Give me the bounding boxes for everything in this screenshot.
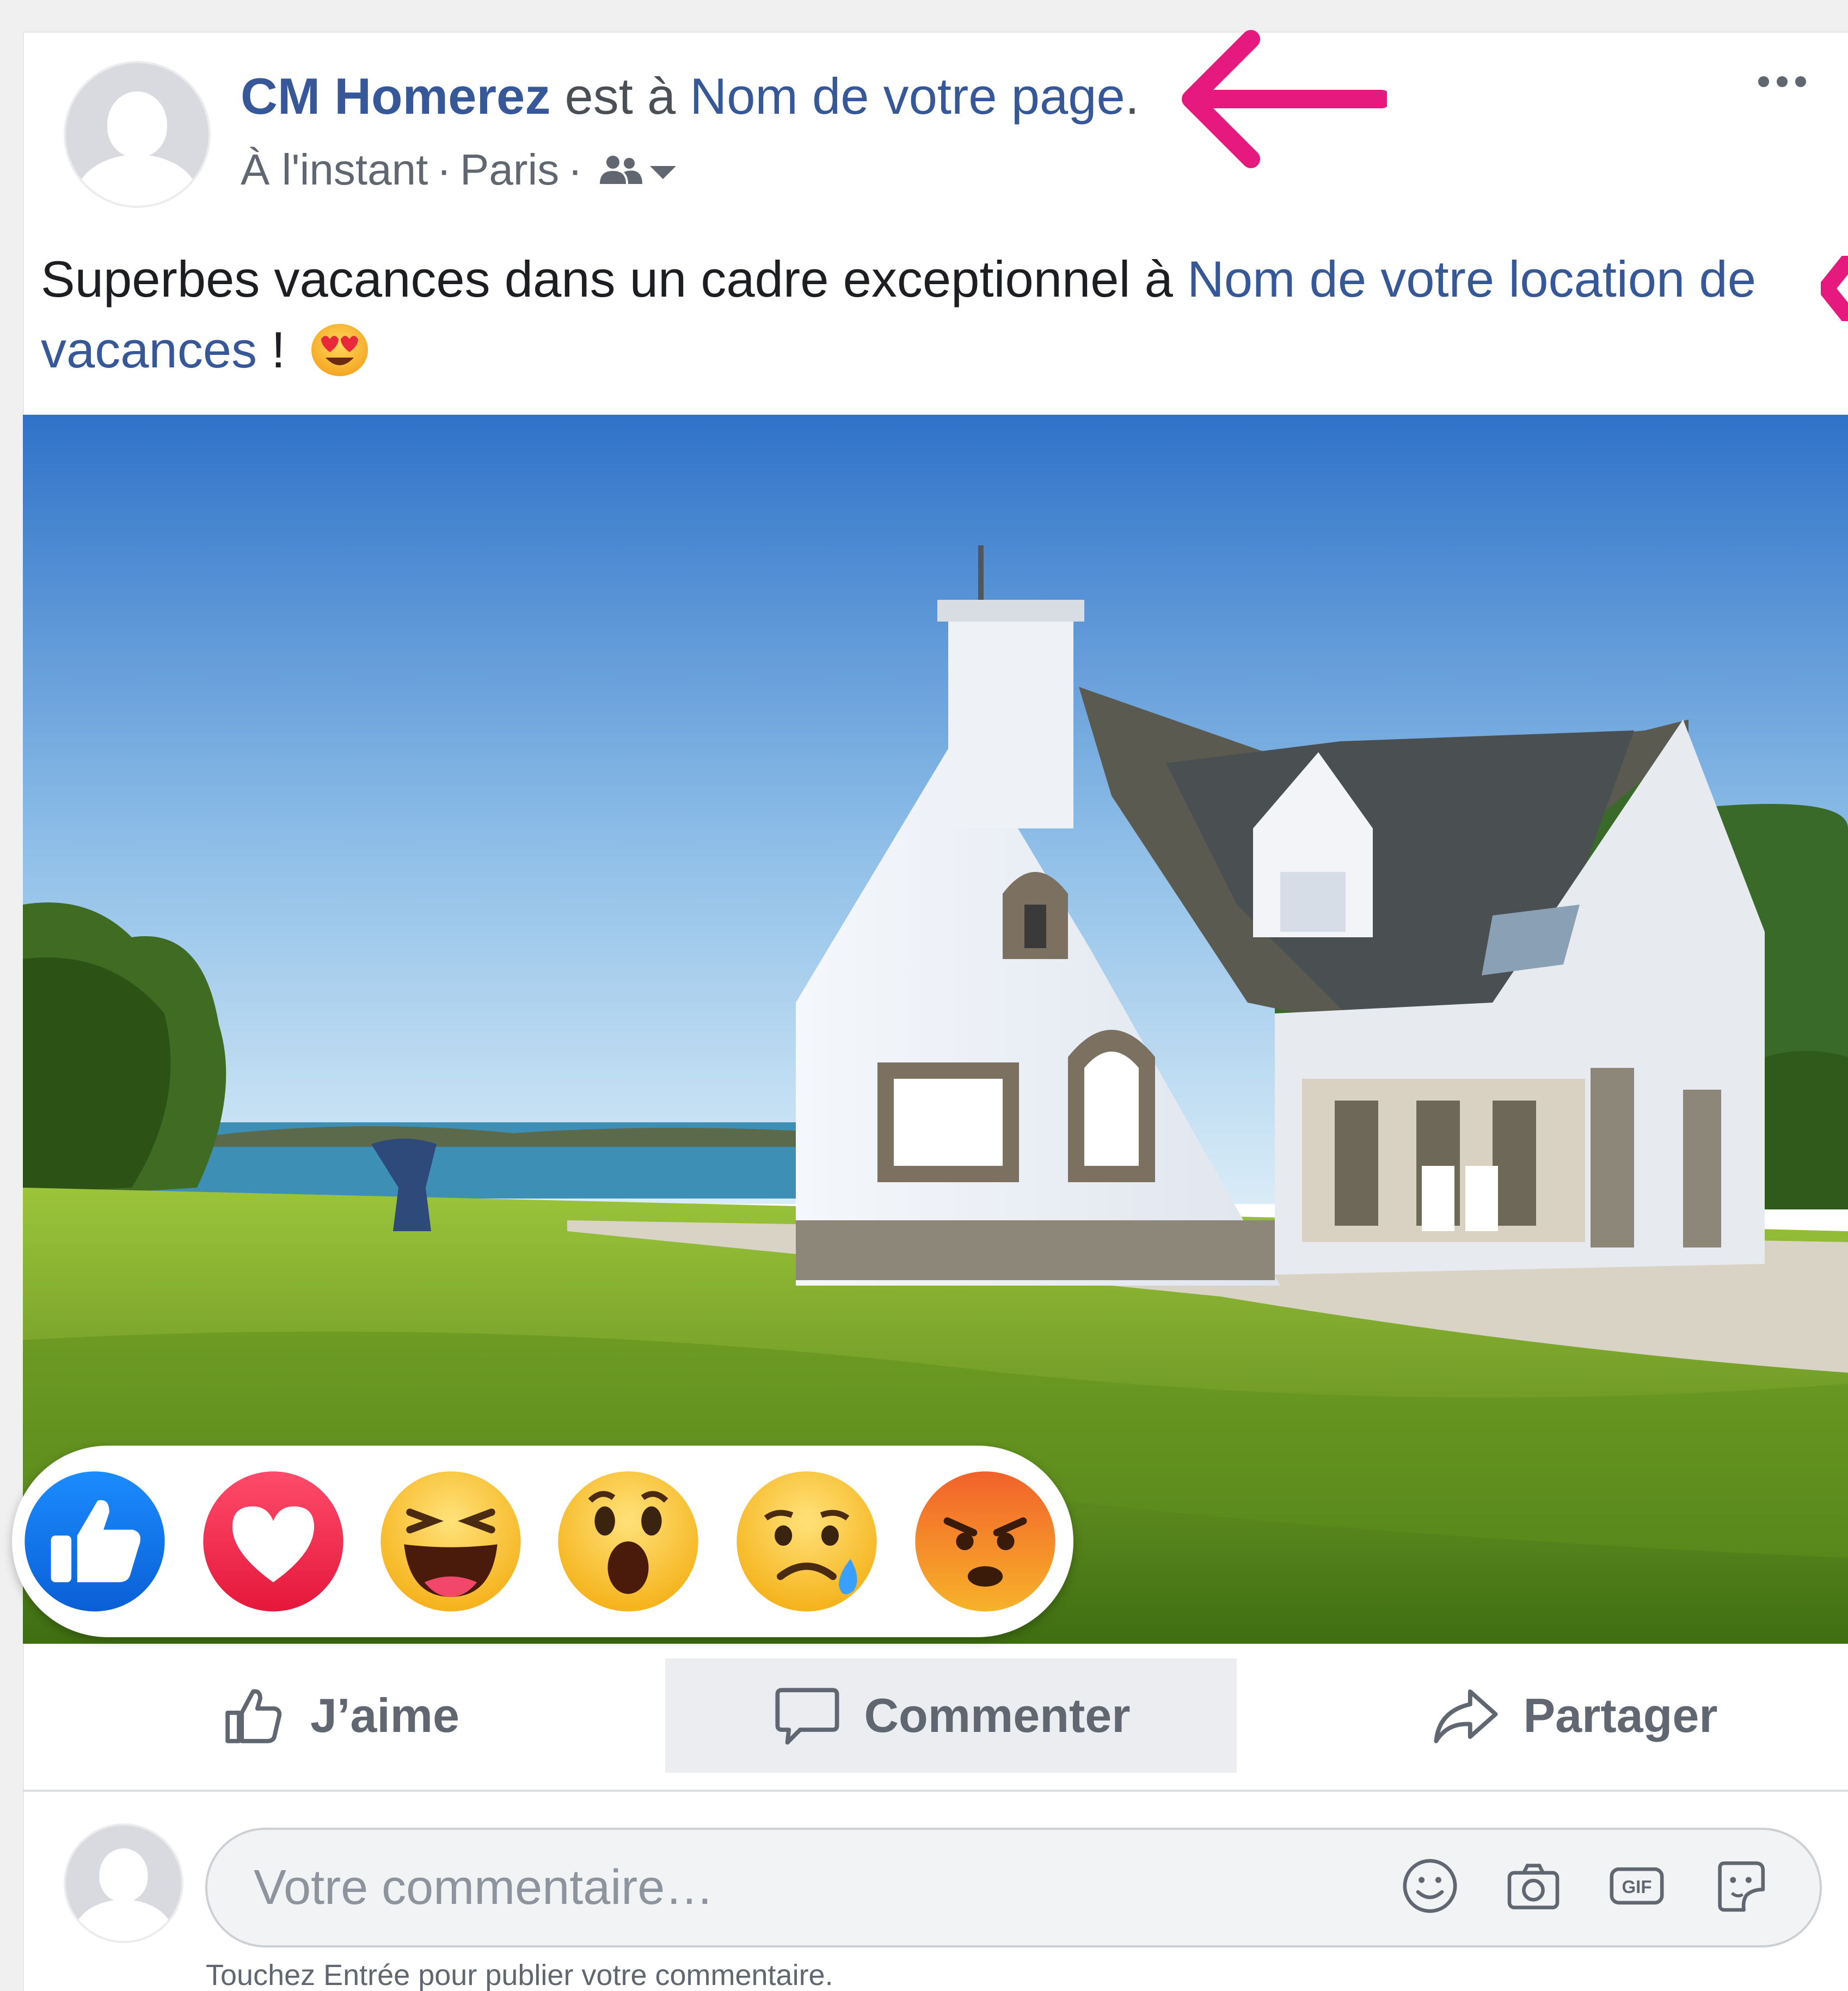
more-options-button[interactable] xyxy=(1758,65,1824,98)
like-reaction-icon[interactable] xyxy=(22,1468,168,1614)
share-arrow-icon xyxy=(1434,1689,1498,1743)
sticker-icon[interactable] xyxy=(1710,1856,1770,1916)
dot-icon xyxy=(1777,76,1788,87)
meta-separator-2: · xyxy=(568,145,582,194)
annotation-arrow-icon xyxy=(1182,30,1387,168)
speech-bubble-icon xyxy=(775,1688,839,1745)
comment-input[interactable]: Votre commentaire… xyxy=(205,1828,1822,1947)
post-time[interactable]: À l'instant xyxy=(241,143,428,197)
wow-reaction-icon[interactable] xyxy=(555,1468,701,1614)
period: . xyxy=(1125,67,1139,125)
camera-icon[interactable] xyxy=(1503,1856,1563,1916)
chevron-down-icon[interactable] xyxy=(649,166,676,179)
angry-reaction-icon[interactable] xyxy=(912,1468,1058,1614)
meta-separator: · xyxy=(437,145,451,194)
share-label: Partager xyxy=(1523,1688,1718,1742)
svg-text:GIF: GIF xyxy=(1622,1877,1652,1897)
share-button[interactable]: Partager xyxy=(1329,1658,1819,1773)
dot-icon xyxy=(1795,76,1806,87)
comment-label: Commenter xyxy=(864,1688,1131,1742)
comment-hint: Touchez Entrée pour publier votre commen… xyxy=(206,1959,833,1991)
post-meta: À l'instant · Paris · xyxy=(241,143,676,197)
post-actions: J’aime Commenter Partager xyxy=(23,1645,1848,1792)
page-link[interactable]: Nom de votre page xyxy=(690,67,1125,125)
friends-icon[interactable] xyxy=(597,153,643,186)
post-text-end: ! xyxy=(257,321,286,378)
annotation-arrow-2-icon xyxy=(1821,256,1848,321)
love-reaction-icon[interactable] xyxy=(200,1468,346,1614)
like-label: J’aime xyxy=(310,1688,459,1742)
comment-placeholder: Votre commentaire… xyxy=(254,1860,714,1915)
post-location[interactable]: Paris xyxy=(460,143,559,197)
author-avatar[interactable] xyxy=(64,61,211,208)
post-text: Superbes vacances dans un cadre exceptio… xyxy=(41,244,1826,385)
heart-eyes-emoji-icon xyxy=(311,324,369,376)
sad-reaction-icon[interactable] xyxy=(734,1468,880,1614)
thumbs-up-icon xyxy=(225,1689,282,1743)
gif-icon[interactable]: GIF xyxy=(1607,1856,1667,1916)
comment-button[interactable]: Commenter xyxy=(665,1658,1237,1773)
post-text-body: Superbes vacances dans un cadre exceptio… xyxy=(41,250,1187,308)
reactions-bar xyxy=(12,1446,1073,1637)
commenter-avatar xyxy=(64,1823,183,1943)
smiley-icon[interactable] xyxy=(1400,1856,1460,1916)
comment-composer: Votre commentaire… GIF xyxy=(23,1823,1848,1949)
like-button[interactable]: J’aime xyxy=(94,1658,584,1773)
post-header: CM Homerez est à Nom de votre page. xyxy=(241,66,1139,126)
haha-reaction-icon[interactable] xyxy=(378,1468,524,1614)
dot-icon xyxy=(1758,76,1769,87)
action-text: est à xyxy=(550,67,690,125)
author-name[interactable]: CM Homerez xyxy=(241,67,550,125)
